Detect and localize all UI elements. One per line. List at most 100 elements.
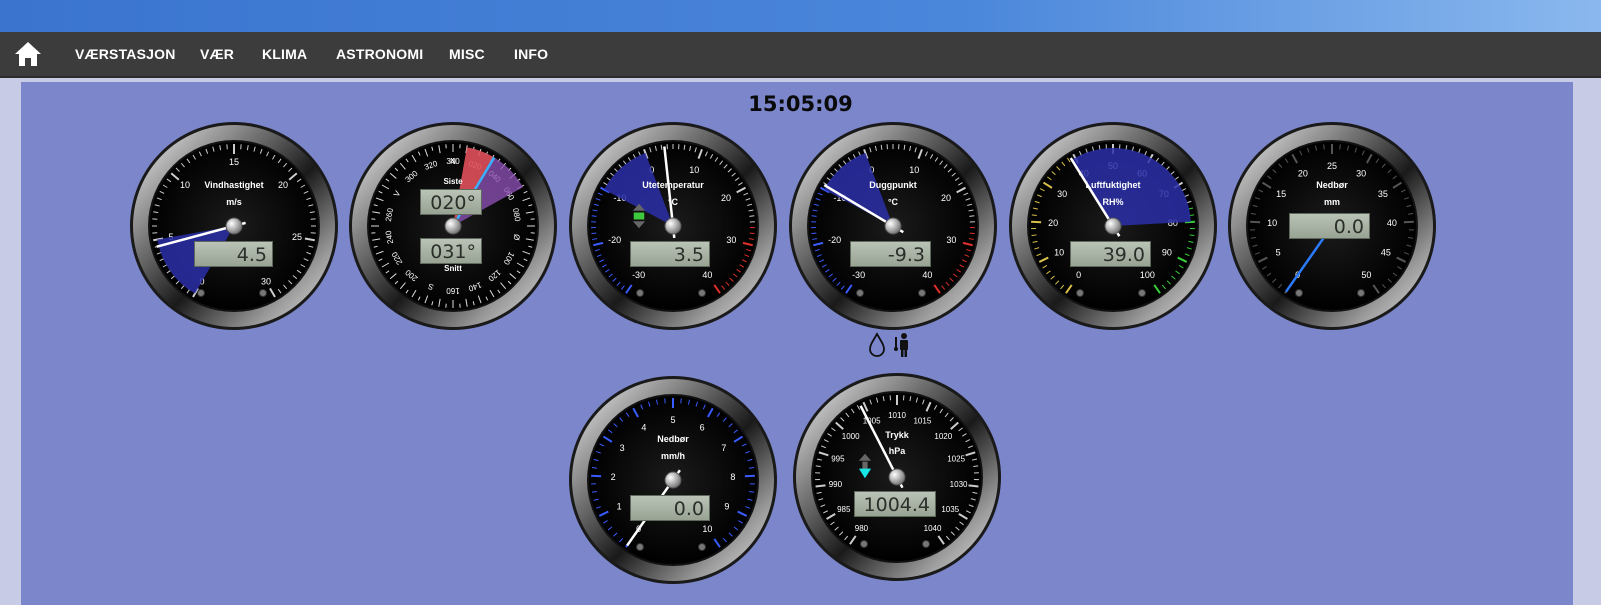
dewpoint-tick-label: 10 [909,165,919,175]
trend-down-icon [858,453,872,479]
temperature-tick-label: -30 [632,270,645,280]
humidity-tick-label: 10 [1054,247,1064,257]
wind-direction-gauge: N020040060080Ø100120140160S200220240260V… [348,121,558,331]
wind-tick-label: 30 [261,276,271,286]
humidity-tick-label: 90 [1162,247,1172,257]
rain-value: 0.0 [1289,213,1370,239]
pressure-tick-label: 1010 [888,411,906,420]
humidity-tick-label: 100 [1140,270,1155,280]
navbar: VÆRSTASJON VÆR KLIMA ASTRONOMI MISC INFO [0,32,1601,78]
humidity-gauge: 0102030405060708090100 [1008,121,1218,331]
pressure-unit: hPa [888,446,906,456]
rain-tick-label: 5 [1276,247,1281,257]
rain-unit: mm [1323,197,1340,207]
direction-tick-label: 340 [446,157,460,166]
dewpoint-unit: °C [887,197,899,207]
pressure-tick [973,465,979,468]
rain-tick [1403,220,1414,224]
nav-item-klima[interactable]: KLIMA [262,46,307,62]
rainrate-tick [680,398,682,404]
rainrate-tick [664,398,666,404]
humidity-tick-label: 20 [1048,218,1058,228]
dewpoint-title: Duggpunkt [869,180,917,190]
dewpoint-gauge: -30 -20 -10 0 10 20 30 40 [788,121,998,331]
temperature-tick [683,144,686,150]
temperature-tick-label: 10 [689,165,699,175]
rainrate-tick-label: 10 [702,524,712,534]
feels-like-person-icon [894,333,908,357]
dewpoint-tick-label: 30 [946,235,956,245]
temperature-tick [749,215,755,217]
rain-tick-label: 25 [1327,161,1337,171]
water-drop-icon [869,332,885,357]
rainrate-tick-label: 1 [617,501,622,511]
humidity-value: 39.0 [1070,241,1151,267]
wind-tick-label: 15 [229,157,239,167]
dewpoint-dial: -30-20-100 10203040 [789,122,997,330]
direction-dial: N020040060080Ø100120140160S200220240260V… [349,122,557,330]
pressure-dial: 9809859909951000100510101015102010251030… [793,373,1001,581]
rain-title: Nedbør [1316,180,1348,190]
pressure-tick-label: 1040 [924,524,942,533]
temperature-tick-label: 30 [726,235,736,245]
direction-last-value: 020° [420,189,482,215]
temperature-gauge: -30 -20 -10 0 10 20 30 40 [568,121,778,331]
pressure-title: Trykk [885,430,909,440]
nav-item-info[interactable]: INFO [514,46,548,62]
humidity-tick [1189,234,1195,237]
pressure-tick [815,484,826,488]
home-icon[interactable] [13,40,43,68]
dewpoint-tick-label: 40 [922,270,932,280]
clock: 15:05:09 [748,92,853,116]
humidity-title: Luftfuktighet [1085,180,1141,190]
rainrate-tick-label: 9 [724,501,729,511]
dewpoint-value: -9.3 [850,241,931,267]
rainrate-tick-label: 6 [700,423,705,433]
rain-tick-label: 40 [1387,218,1397,228]
rain-tick-label: 30 [1356,169,1366,179]
pressure-tick-label: 980 [855,524,869,533]
rainrate-unit: mm/h [660,451,685,461]
temperature-tick-label: -20 [608,235,621,245]
direction-avg-value: 031° [420,238,482,264]
humidity-tick [1031,214,1037,217]
nav-item-misc[interactable]: MISC [449,46,485,62]
rainrate-value: 0.0 [630,495,710,521]
dewpoint-tick [880,144,883,150]
rain-tick-label: 20 [1298,169,1308,179]
rain-tick [1250,220,1261,224]
rain-tick [1339,144,1341,150]
pressure-tick [815,465,821,468]
pressure-tick-label: 1035 [941,505,959,514]
humidity-tick [1031,234,1037,237]
rainrate-dial: 012345678910 [569,376,777,584]
nav-item-varstasjon[interactable]: VÆRSTASJON [75,46,176,62]
pressure-tick [968,484,979,488]
nav-item-var[interactable]: VÆR [200,46,234,62]
pressure-tick-label: 990 [829,480,843,489]
wind-value: 4.5 [194,241,273,267]
wind-speed-gauge: 051015202530 [129,121,339,331]
temperature-value: 3.5 [630,241,710,267]
rainrate-tick-label: 2 [611,472,616,482]
rain-tick-label: 10 [1267,218,1277,228]
rain-tick-label: 50 [1361,270,1371,280]
nav-item-astronomi[interactable]: ASTRONOMI [336,46,423,62]
wind-dial: 051015202530 [130,122,338,330]
humidity-unit: RH% [1102,197,1124,207]
pressure-tick-label: 1030 [950,480,968,489]
humidity-dial: 0102030405060708090100 [1009,122,1217,330]
temperature-title: Utetemperatur [642,180,704,190]
rainrate-title: Nedbør [657,434,689,444]
humidity-tick-label: 0 [1076,270,1081,280]
rain-tick-label: 45 [1381,247,1391,257]
wind-tick-label: 25 [292,232,302,242]
dewpoint-tick [811,215,817,217]
dewpoint-tick-label: -30 [852,270,865,280]
pressure-gauge: 980 985 990 995 1000 1005 1010 1015 1020 1025 1030… [792,372,1002,582]
rain-tick [1323,144,1325,150]
temperature-dial: -30-20-100 10203040 [569,122,777,330]
humidity-tick [1031,220,1042,224]
pressure-tick-label: 985 [837,505,851,514]
direction-last-label: Siste [443,177,463,186]
